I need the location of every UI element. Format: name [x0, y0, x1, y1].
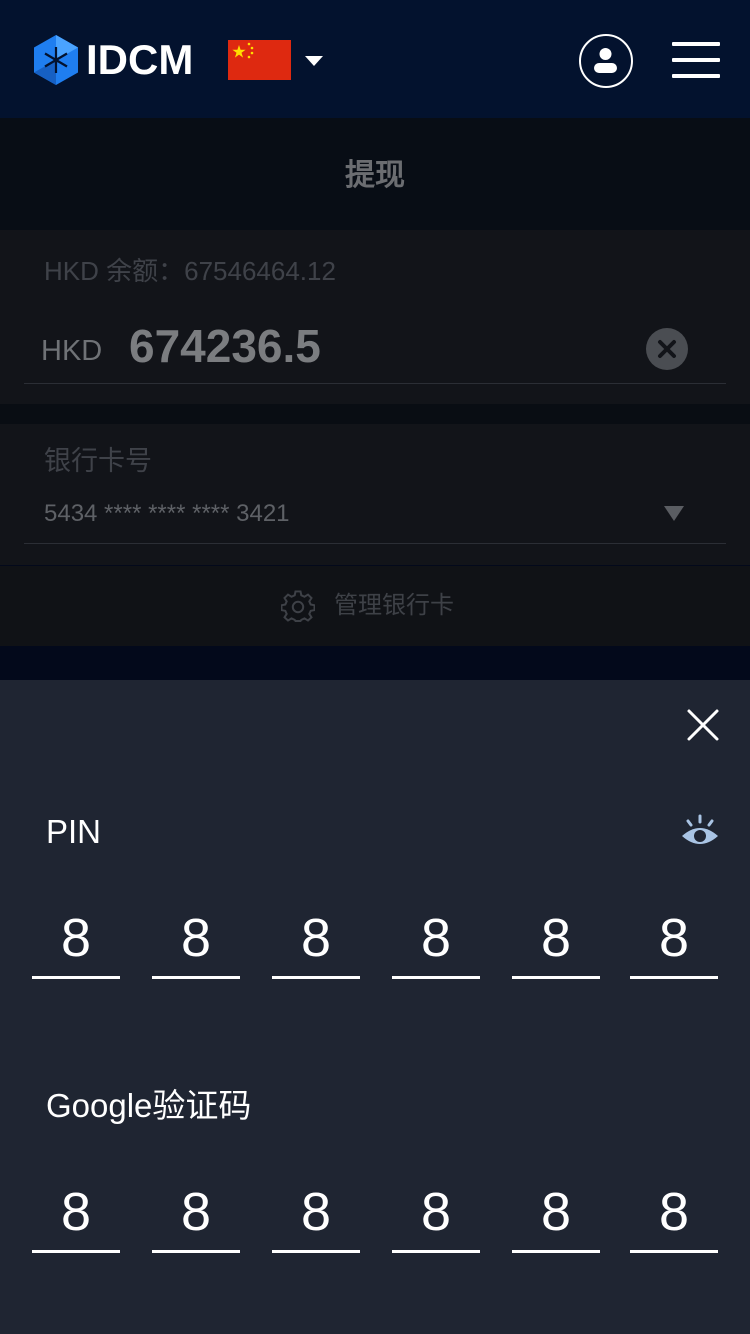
pin-underline	[152, 976, 240, 979]
bank-card-label: 银行卡号	[44, 446, 152, 476]
idcm-logo-icon[interactable]	[33, 34, 79, 86]
pin-underline	[630, 976, 718, 979]
amount-divider	[24, 383, 726, 384]
eye-icon[interactable]	[680, 812, 720, 852]
balance-label: HKD 余额：67546464.12	[44, 256, 336, 286]
google-digit-1[interactable]: 8	[32, 1182, 120, 1242]
google-digit-6[interactable]: 8	[630, 1182, 718, 1242]
close-icon	[687, 709, 719, 741]
pin-digit-3[interactable]: 8	[272, 908, 360, 968]
google-digit-2[interactable]: 8	[152, 1182, 240, 1242]
page-title: 提现	[345, 159, 405, 192]
close-icon	[658, 340, 676, 358]
china-flag-icon[interactable]	[228, 40, 291, 80]
pin-underline	[392, 976, 480, 979]
google-code-label: Google验证码	[46, 1087, 252, 1124]
hamburger-menu-icon[interactable]	[672, 42, 720, 78]
user-account-icon[interactable]	[579, 34, 633, 88]
google-digit-5[interactable]: 8	[512, 1182, 600, 1242]
pin-digit-6[interactable]: 8	[630, 908, 718, 968]
section-gap	[0, 404, 750, 424]
google-underline	[392, 1250, 480, 1253]
google-underline	[32, 1250, 120, 1253]
bank-dropdown-caret-icon[interactable]	[664, 506, 684, 521]
google-underline	[272, 1250, 360, 1253]
pin-underline	[272, 976, 360, 979]
bank-divider	[24, 543, 726, 544]
google-underline	[512, 1250, 600, 1253]
pin-digit-5[interactable]: 8	[512, 908, 600, 968]
amount-input[interactable]: 674236.5	[129, 320, 321, 372]
logo-text: IDCM	[86, 36, 194, 83]
close-sheet-button[interactable]	[686, 708, 720, 742]
currency-label: HKD	[41, 335, 103, 367]
pin-label: PIN	[46, 813, 102, 850]
gear-icon	[280, 590, 316, 624]
language-dropdown-caret-icon[interactable]	[305, 56, 323, 66]
google-underline	[152, 1250, 240, 1253]
manage-bank-card-label: 管理银行卡	[334, 592, 454, 619]
pin-digit-1[interactable]: 8	[32, 908, 120, 968]
bank-card-select[interactable]: 5434 **** **** **** 3421	[44, 499, 290, 529]
clear-amount-button[interactable]	[646, 328, 688, 370]
google-digit-3[interactable]: 8	[272, 1182, 360, 1242]
google-digit-4[interactable]: 8	[392, 1182, 480, 1242]
google-underline	[630, 1250, 718, 1253]
pin-digit-2[interactable]: 8	[152, 908, 240, 968]
pin-underline	[512, 976, 600, 979]
overlay-gap	[0, 646, 750, 680]
pin-digit-4[interactable]: 8	[392, 908, 480, 968]
pin-underline	[32, 976, 120, 979]
